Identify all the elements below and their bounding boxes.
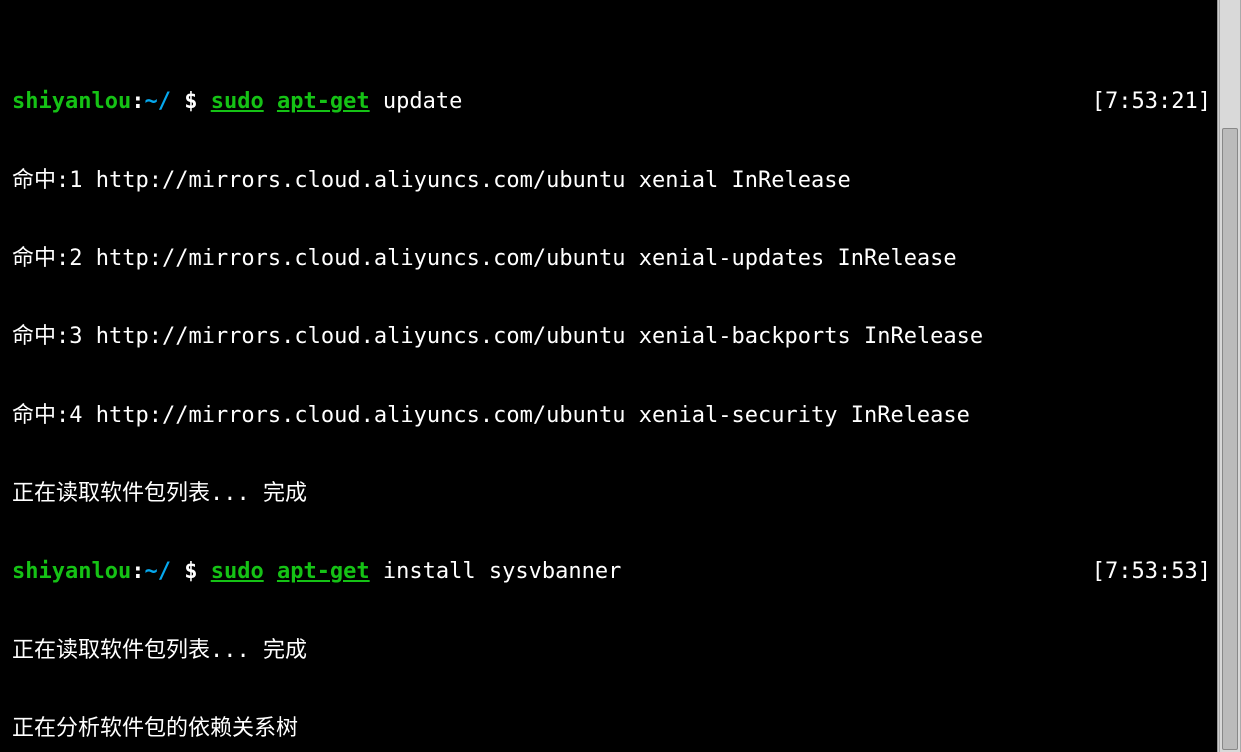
prompt-line-2: shiyanlou:~/ $ sudo apt-get install sysv…	[12, 552, 1215, 591]
terminal[interactable]: shiyanlou:~/ $ sudo apt-get update[7:53:…	[0, 0, 1218, 752]
prompt-path: ~/	[144, 89, 171, 114]
output-line: 正在读取软件包列表... 完成	[12, 631, 1215, 670]
output-line: 命中:4 http://mirrors.cloud.aliyuncs.com/u…	[12, 396, 1215, 435]
cmd2-args: install sysvbanner	[370, 559, 622, 584]
scrollbar-thumb[interactable]	[1222, 128, 1238, 750]
prompt-user: shiyanlou	[12, 559, 131, 584]
sudo-cmd: sudo	[211, 559, 264, 584]
prompt-sep: :	[131, 89, 144, 114]
output-line: 命中:2 http://mirrors.cloud.aliyuncs.com/u…	[12, 239, 1215, 278]
timestamp-1: [7:53:21]	[1092, 82, 1211, 121]
prompt-line-1: shiyanlou:~/ $ sudo apt-get update [7:53:…	[12, 82, 1215, 121]
cmd1-args: update	[370, 89, 463, 114]
aptget-cmd: apt-get	[277, 559, 370, 584]
timestamp-2: [7:53:53]	[1092, 552, 1211, 591]
prompt-sep: :	[131, 559, 144, 584]
output-line: 正在读取软件包列表... 完成	[12, 474, 1215, 513]
output-line: 命中:3 http://mirrors.cloud.aliyuncs.com/u…	[12, 317, 1215, 356]
output-line: 正在分析软件包的依赖关系树	[12, 709, 1215, 748]
prompt-path: ~/	[144, 559, 171, 584]
prompt-dollar: $	[171, 559, 211, 584]
output-line: 命中:1 http://mirrors.cloud.aliyuncs.com/u…	[12, 161, 1215, 200]
sudo-cmd: sudo	[211, 89, 264, 114]
aptget-cmd: apt-get	[277, 89, 370, 114]
prompt-user: shiyanlou	[12, 89, 131, 114]
scrollbar[interactable]	[1219, 0, 1241, 752]
prompt-dollar: $	[171, 89, 211, 114]
